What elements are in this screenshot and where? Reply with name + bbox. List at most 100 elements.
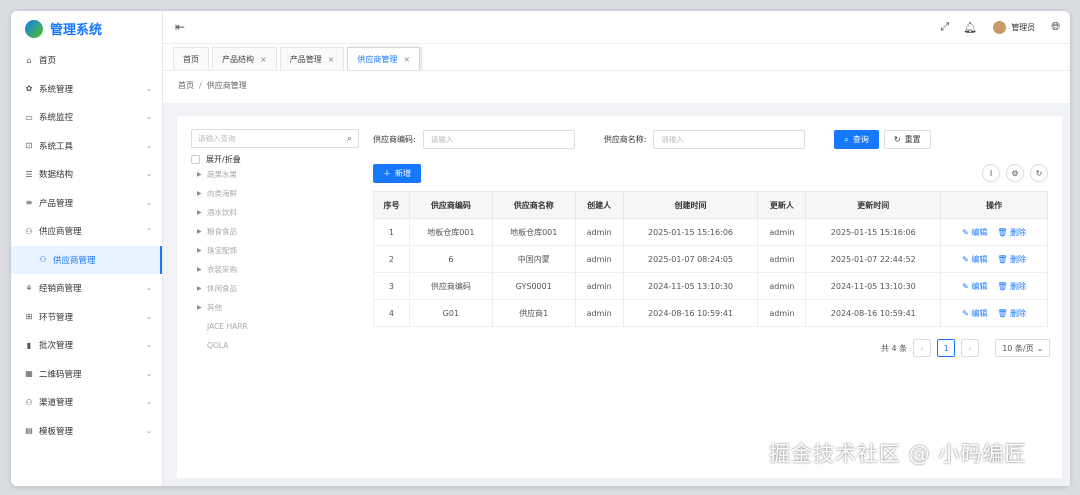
search-icon[interactable]: ⌕ [347,134,352,144]
caret-right-icon[interactable]: ▶ [197,285,207,292]
sidebar-subitem-supplier[interactable]: ⚇ 供应商管理 [11,245,162,274]
username[interactable]: 管理员 [1011,22,1035,33]
table-cell: admin [757,299,807,327]
page-size-select[interactable]: 10 条/页 ⌄ [995,339,1051,357]
current-page-button[interactable]: 1 [937,339,956,357]
refresh-icon[interactable]: ↻ [1030,164,1048,182]
app-title: 管理系统 [50,23,103,38]
edit-button[interactable]: ✎ 编辑 [962,309,987,318]
tree-node[interactable]: ▶ 肉类海鲜 [191,184,359,203]
sidebar-item-a0[interactable]: ⚘ 经销商管理 ⌄ [11,274,162,303]
tree-leaf[interactable]: JACE HARR [191,317,359,336]
sidebar-item-a2[interactable]: ▮ 批次管理 ⌄ [11,331,162,360]
caret-right-icon[interactable]: ▶ [197,190,207,197]
close-icon[interactable]: × [328,55,335,64]
barcode-icon: ▮ [26,340,32,350]
reset-icon: ↻ [893,135,901,144]
collapse-menu-icon[interactable]: ⇤ [175,20,185,34]
table-tools: Ⅰ ⚙ ↻ [982,164,1048,182]
edit-button[interactable]: ✎ 编辑 [962,255,987,264]
sidebar-item-5[interactable]: ≡ 产品管理 ⌄ [11,189,162,218]
search-button[interactable]: ⌕ 查询 [834,130,879,149]
tab-3[interactable]: 供应商管理 × [347,47,421,70]
settings-icon[interactable]: ⚙ [1006,164,1024,182]
table-header-row: 序号 供应商编码 供应商名称 创建人 创建时间 更新人 更新时间 操作 [373,191,1048,219]
sidebar-item-label: 环节管理 [39,312,74,323]
tree-leaf[interactable]: QOLA [191,336,359,355]
bell-icon[interactable]: 🔔︎ [963,21,977,34]
tab-label: 产品管理 [289,54,322,64]
chevron-icon: ⌄ [146,284,152,293]
table-row: 3 供应商编码 GYS0001 admin 2024-11-05 13:10:30 adm… [373,272,1048,300]
expand-checkbox[interactable] [191,154,200,164]
sidebar-item-label: 渠道管理 [39,398,74,409]
tab-0[interactable]: 首页 [173,47,209,70]
tab-2[interactable]: 产品管理 × [279,47,345,70]
logo-icon [25,19,43,38]
sidebar-item-a3[interactable]: ▦ 二维码管理 ⌄ [11,360,162,389]
next-page-icon[interactable]: › [961,339,980,357]
delete-button[interactable]: 🗑︎ 删除 [997,255,1026,264]
edit-button[interactable]: ✎ 编辑 [962,228,987,237]
caret-right-icon[interactable]: ▶ [197,247,207,254]
tree-node[interactable]: ▶ 其他 [191,298,359,317]
sidebar-item-a1[interactable]: ⊞ 环节管理 ⌄ [11,303,162,332]
sidebar-item-label: 系统监控 [39,113,74,124]
tree-node[interactable]: ▶ 粮食食品 [191,222,359,241]
close-icon[interactable]: × [260,55,267,64]
delete-button[interactable]: 🗑︎ 删除 [997,309,1026,318]
caret-right-icon[interactable]: ▶ [197,209,207,216]
tab-label: 首页 [183,54,199,64]
delete-button[interactable]: 🗑︎ 删除 [997,228,1026,237]
table-cell: admin [757,245,807,273]
tree-node-label: 肉类海鲜 [207,189,237,198]
table-row: 2 6 中国内蒙 admin 2025-01-07 08:24:05 admin 2025-… [373,245,1048,273]
trash-icon: 🗑︎ [997,308,1011,318]
sidebar-item-label: 系统管理 [39,84,74,95]
list-icon: ≡ [25,198,33,208]
table-cell: 2024-08-16 10:59:41 [805,299,942,327]
add-button[interactable]: ＋新增 [373,164,421,183]
sliders-icon: ☰ [25,169,33,179]
tree-node[interactable]: ▶ 衣装采购 [191,260,359,279]
sidebar-item-0[interactable]: ⌂ 首页 [11,46,162,75]
tree-node[interactable]: ▶ 休闲食品 [191,279,359,298]
caret-right-icon[interactable]: ▶ [197,228,207,235]
chevron-icon: ⌄ [146,341,152,350]
column-height-icon[interactable]: Ⅰ [982,164,1000,182]
sidebar-item-a4[interactable]: ⚇ 渠道管理 ⌄ [11,388,162,417]
caret-right-icon[interactable]: ▶ [197,171,207,178]
caret-right-icon[interactable]: ▶ [197,304,207,311]
breadcrumb-home[interactable]: 首页 [178,81,194,90]
tree-node[interactable]: ▶ 珠宝配饰 [191,241,359,260]
avatar[interactable] [993,20,1007,34]
logo[interactable]: 管理系统 [11,11,162,46]
delete-button[interactable]: 🗑︎ 删除 [997,282,1026,291]
column-header: 供应商名称 [491,191,576,219]
tab-1[interactable]: 产品结构 × [212,47,277,70]
channel-icon: ⚇ [25,397,33,407]
chevron-icon: ⌄ [146,312,152,321]
sidebar-item-4[interactable]: ☰ 数据结构 ⌄ [11,160,162,189]
supplier-code-input[interactable]: 请输入 [422,130,575,149]
tree-node[interactable]: ▶ 酒水饮料 [191,203,359,222]
sidebar-item-1[interactable]: ✿ 系统管理 ⌄ [11,75,162,104]
fullscreen-icon[interactable]: ⤢ [940,20,949,34]
tree-search-input[interactable]: 请输入查询 ⌕ [191,129,359,148]
edit-button[interactable]: ✎ 编辑 [962,282,987,291]
table-cell: G01 [408,299,493,327]
reset-button[interactable]: ↻ 重置 [883,130,931,149]
sidebar-item-6[interactable]: ⚇ 供应商管理 ⌃ [11,217,162,246]
caret-right-icon[interactable]: ▶ [197,266,207,273]
sidebar-item-a5[interactable]: ▤ 模板管理 ⌄ [11,417,162,446]
close-icon[interactable]: × [403,55,410,64]
prev-page-icon[interactable]: ‹ [913,339,932,357]
tree-node-label: 粮食食品 [207,227,237,236]
supplier-name-input[interactable]: 请输入 [653,130,806,149]
tree-node[interactable]: ▶ 蔬果水果 [191,165,359,184]
tree-expand-toggle[interactable]: 展开/折叠 [191,153,359,165]
table-cell: 2025-01-15 15:16:06 [622,218,759,246]
sidebar-item-2[interactable]: ▭ 系统监控 ⌄ [11,103,162,132]
sidebar-item-3[interactable]: ⊡ 系统工具 ⌄ [11,132,162,161]
language-globe-icon[interactable]: 🌐︎ [1051,20,1060,34]
